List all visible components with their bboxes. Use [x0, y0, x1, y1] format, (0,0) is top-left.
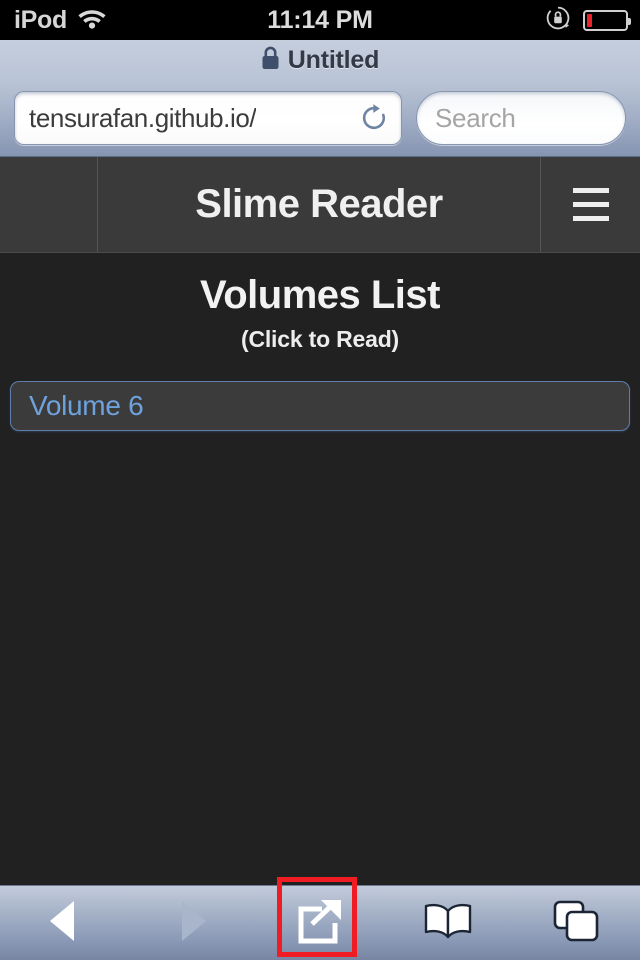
menu-bar	[572, 216, 609, 221]
menu-bar	[572, 188, 609, 193]
list-item[interactable]: Volume 6	[10, 381, 630, 431]
forward-arrow-icon	[171, 898, 213, 949]
browser-fields-row: tensurafan.github.io/ Search	[0, 82, 640, 154]
menu-bar	[572, 202, 609, 207]
page-title: Untitled	[287, 46, 380, 74]
tabs-button[interactable]	[512, 886, 640, 960]
search-placeholder: Search	[435, 102, 516, 133]
share-icon	[294, 897, 346, 950]
url-text: tensurafan.github.io/	[29, 102, 257, 133]
reload-icon[interactable]	[357, 101, 391, 135]
app-header: Slime Reader	[0, 157, 640, 253]
search-input[interactable]: Search	[416, 91, 626, 145]
url-input[interactable]: tensurafan.github.io/	[14, 91, 402, 145]
page-heading: Volumes List	[200, 273, 440, 317]
device-screen: iPod 11:14 PM Untitled tensurafan.github…	[0, 0, 640, 960]
bookmarks-book-icon	[422, 901, 474, 946]
browser-bottom-toolbar	[0, 885, 640, 960]
share-button[interactable]	[256, 886, 384, 960]
web-page-content: Slime Reader Volumes List (Click to Read…	[0, 157, 640, 885]
forward-button[interactable]	[128, 886, 256, 960]
browser-top-chrome: Untitled tensurafan.github.io/ Search	[0, 40, 640, 157]
status-bar-center: 11:14 PM	[0, 0, 640, 40]
hamburger-menu-icon[interactable]	[541, 157, 640, 252]
status-bar: iPod 11:14 PM	[0, 0, 640, 40]
clock-label: 11:14 PM	[267, 6, 373, 34]
tabs-icon	[552, 899, 600, 948]
battery-fill	[587, 13, 592, 27]
bookmarks-button[interactable]	[384, 886, 512, 960]
browser-title-row: Untitled	[0, 40, 640, 81]
app-title: Slime Reader	[195, 182, 443, 226]
rotation-lock-icon	[545, 5, 571, 36]
back-button[interactable]	[0, 886, 128, 960]
battery-icon	[583, 9, 631, 31]
lock-icon	[261, 46, 280, 75]
volume-label: Volume 6	[29, 390, 144, 421]
content-body: Volumes List (Click to Read) Volume 6	[0, 253, 640, 884]
back-arrow-icon	[43, 898, 85, 949]
page-subheading: (Click to Read)	[240, 326, 400, 352]
volume-list: Volume 6	[0, 381, 640, 431]
status-bar-right	[545, 0, 631, 40]
